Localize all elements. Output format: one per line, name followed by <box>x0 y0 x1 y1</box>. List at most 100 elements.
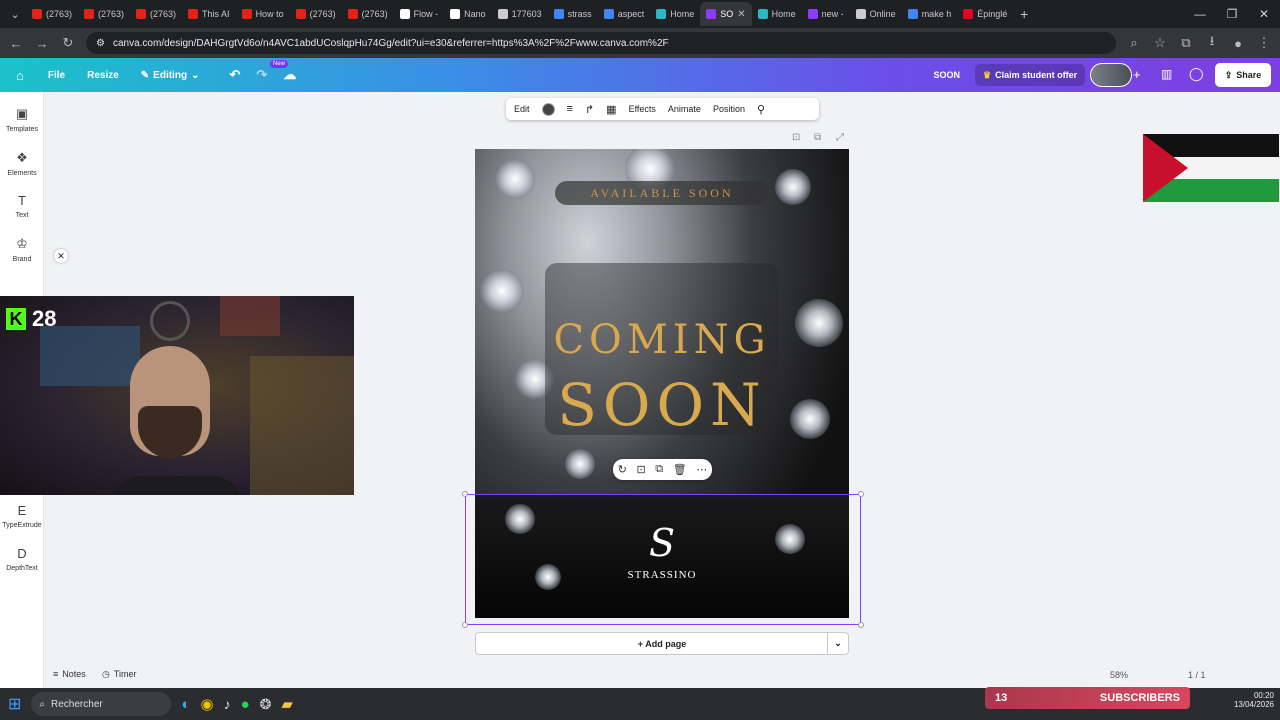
app-icon[interactable]: ❂ <box>260 696 272 713</box>
close-tab-icon[interactable]: ✕ <box>737 9 745 20</box>
document-title[interactable]: SOON <box>933 70 960 80</box>
url-field[interactable]: ⚙ canva.com/design/DAHGrgtVd6o/n4AVC1abd… <box>86 32 1116 54</box>
browser-tab[interactable]: 177603 <box>492 2 548 26</box>
edge-icon[interactable]: ◐ <box>181 696 190 713</box>
resize-handle[interactable] <box>858 491 864 497</box>
download-icon[interactable]: ⭳ <box>1204 32 1220 54</box>
notes-button[interactable]: ≡ Notes <box>53 669 86 679</box>
bookmark-star-icon[interactable]: ☆ <box>1152 35 1168 51</box>
file-explorer-icon[interactable]: ▰ <box>281 695 293 713</box>
clock-date: 13/04/2026 <box>1233 700 1274 709</box>
comments-icon[interactable]: ◯ <box>1189 66 1204 82</box>
browser-tab[interactable]: Nano <box>444 2 492 26</box>
duplicate-page-icon[interactable]: ⧉ <box>814 132 821 143</box>
browser-tab[interactable]: (2763) <box>290 2 342 26</box>
delete-icon[interactable]: 🗑 <box>673 463 687 476</box>
site-info-icon[interactable]: ⚙ <box>96 38 105 49</box>
depthtext-icon: D <box>17 546 27 561</box>
browser-tab[interactable]: Home <box>650 2 700 26</box>
chrome-icon[interactable]: ◉ <box>200 695 213 713</box>
add-collaborator-icon[interactable]: + <box>1133 67 1141 82</box>
sidebar-item-text[interactable]: T Text <box>0 193 44 219</box>
back-icon[interactable]: ← <box>8 36 24 51</box>
system-clock[interactable]: 00:20 13/04/2026 <box>1222 691 1274 709</box>
available-soon-pill[interactable]: AVAILABLE SOON <box>555 181 769 205</box>
new-tab-icon[interactable]: + <box>1013 3 1035 25</box>
soon-heading[interactable]: SOON <box>475 371 849 439</box>
forward-icon[interactable]: → <box>34 36 50 51</box>
redo-icon[interactable]: ↷ <box>248 67 275 83</box>
sidebar-item-brand[interactable]: ♔ Brand <box>0 236 44 263</box>
duplicate-icon[interactable]: ⧉ <box>655 463 663 476</box>
tab-favicon-icon <box>84 9 95 19</box>
browser-tab[interactable]: Flow - <box>394 2 445 26</box>
transparency-icon[interactable]: ▦ <box>606 103 616 116</box>
browser-tab[interactable]: Épinglé <box>957 2 1013 26</box>
browser-tab[interactable]: (2763) <box>130 2 182 26</box>
windows-start-icon[interactable]: ⊞ <box>8 694 21 714</box>
browser-tab[interactable]: strass <box>548 2 598 26</box>
tab-search-icon[interactable]: ⌄ <box>4 3 26 25</box>
close-panel-icon[interactable]: ✕ <box>54 249 68 263</box>
sidebar-item-elements[interactable]: ❖ Elements <box>0 150 44 177</box>
claim-student-offer-button[interactable]: ♛ Claim student offer <box>975 64 1086 86</box>
lock-icon[interactable]: ⊡ <box>792 132 800 143</box>
sidebar-item-typeextrude[interactable]: E TypeExtrude <box>0 503 44 529</box>
subscriber-label: SUBSCRIBERS <box>1099 692 1180 704</box>
maximize-icon[interactable]: ❐ <box>1216 7 1248 21</box>
menu-kebab-icon[interactable]: ⋮ <box>1256 35 1272 51</box>
collaborator-avatars[interactable] <box>1090 63 1132 87</box>
profile-avatar[interactable]: ● <box>1230 36 1246 51</box>
browser-tab[interactable]: (2763) <box>26 2 78 26</box>
browser-tab[interactable]: make h <box>902 2 958 26</box>
resize-handle[interactable] <box>858 622 864 628</box>
reload-icon[interactable]: ↻ <box>60 35 76 51</box>
browser-tab[interactable]: new - <box>802 2 850 26</box>
browser-tab[interactable]: (2763) <box>342 2 394 26</box>
resize-handle[interactable] <box>462 622 468 628</box>
zoom-icon[interactable]: ⌕ <box>1126 35 1142 51</box>
lock-element-icon[interactable]: ⊡ <box>637 463 646 476</box>
insights-icon[interactable]: ▥ <box>1161 67 1172 81</box>
cloud-save-icon[interactable]: ☁ <box>275 67 304 83</box>
minimize-icon[interactable]: — <box>1184 7 1216 21</box>
add-page-button[interactable]: + Add page ⌄ <box>475 632 849 655</box>
position-button[interactable]: Position <box>713 104 745 114</box>
undo-icon[interactable]: ↶ <box>221 67 248 83</box>
browser-tab[interactable]: SO ✕ <box>700 2 752 26</box>
color-swatch-icon[interactable] <box>541 102 555 116</box>
browser-tab[interactable]: How to <box>236 2 290 26</box>
file-menu[interactable]: File <box>40 70 73 81</box>
coming-heading[interactable]: COMING <box>475 317 849 363</box>
chevron-down-icon[interactable]: ⌄ <box>827 633 848 654</box>
close-window-icon[interactable]: ✕ <box>1248 7 1280 21</box>
border-style-icon[interactable]: ≡ <box>567 103 573 115</box>
regenerate-icon[interactable]: ↻ <box>618 463 627 476</box>
browser-tab[interactable]: aspect <box>598 2 651 26</box>
tiktok-icon[interactable]: ♪ <box>224 696 231 712</box>
extensions-icon[interactable]: ⧉ <box>1178 35 1194 51</box>
sidebar-item-depthtext[interactable]: D DepthText <box>0 546 44 572</box>
zoom-level[interactable]: 58% <box>1110 670 1128 680</box>
animate-button[interactable]: Animate <box>668 104 701 114</box>
spotify-icon[interactable]: ● <box>241 696 250 713</box>
corner-rounding-icon[interactable]: ↱ <box>585 103 594 116</box>
edit-button[interactable]: Edit <box>514 104 530 114</box>
browser-tab[interactable]: Home <box>752 2 802 26</box>
home-icon[interactable]: ⌂ <box>0 68 32 83</box>
browser-tab[interactable]: (2763) <box>78 2 130 26</box>
copy-style-icon[interactable]: ⚲ <box>757 103 765 116</box>
editing-mode-button[interactable]: ✎ Editing ⌄ <box>133 70 208 81</box>
timer-button[interactable]: ◷ Timer <box>102 669 137 680</box>
taskbar-search[interactable]: ⌕ Rechercher <box>31 692 172 716</box>
resize-button[interactable]: Resize <box>79 70 127 81</box>
browser-tab[interactable]: Online <box>850 2 902 26</box>
more-options-icon[interactable]: ⋯ <box>696 463 707 476</box>
share-button[interactable]: ⇪ Share <box>1215 63 1271 87</box>
expand-page-icon[interactable]: ⤢ <box>836 132 844 143</box>
effects-button[interactable]: Effects <box>629 104 656 114</box>
page-counter[interactable]: 1 / 1 <box>1188 670 1206 680</box>
sidebar-item-templates[interactable]: ▣ Templates <box>0 106 44 133</box>
resize-handle[interactable] <box>462 491 468 497</box>
browser-tab[interactable]: This AI <box>182 2 236 26</box>
